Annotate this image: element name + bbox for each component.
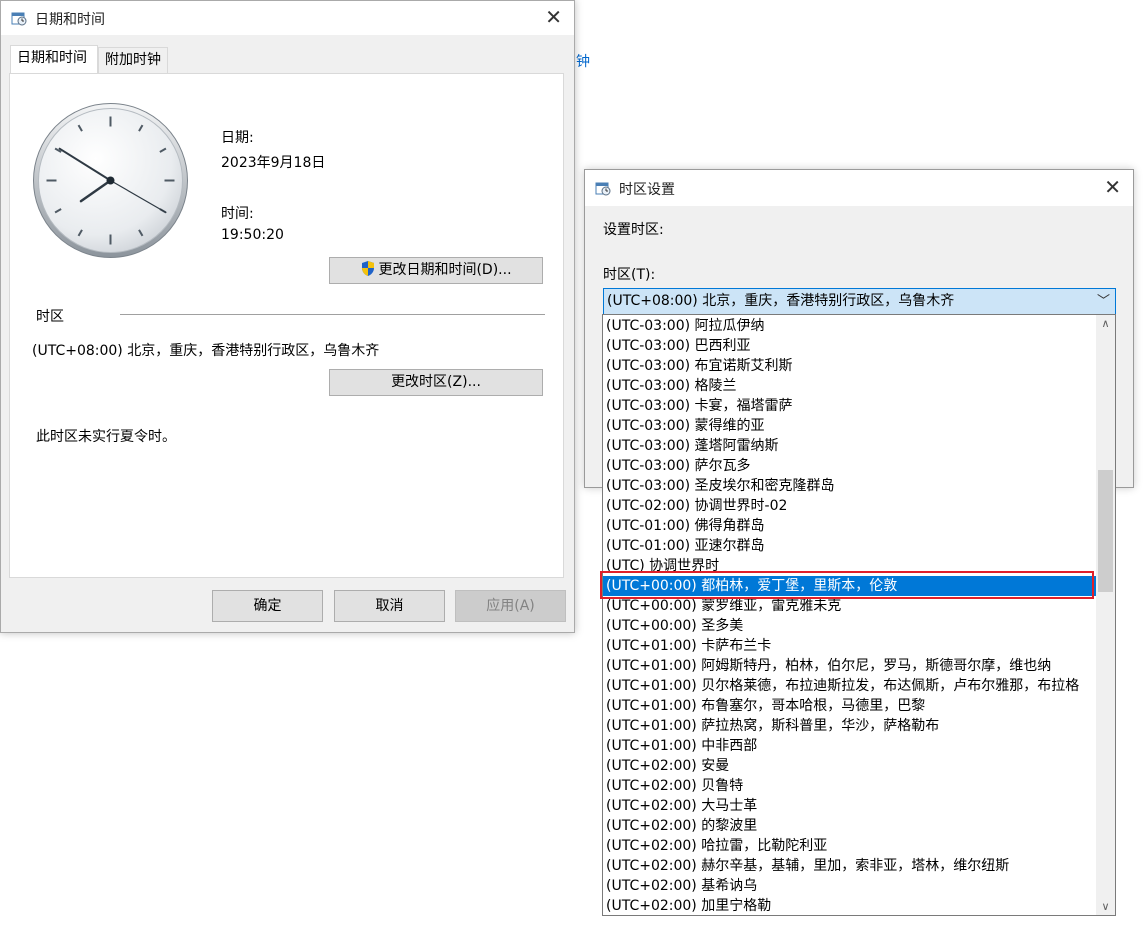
dropdown-scrollbar[interactable]: ∧ ∨ [1096,315,1115,915]
timezone-option[interactable]: (UTC+01:00) 布鲁塞尔，哥本哈根，马德里，巴黎 [603,696,1096,716]
chevron-down-icon[interactable]: ﹀ [1097,289,1110,314]
timezone-option[interactable]: (UTC-01:00) 佛得角群岛 [603,516,1096,536]
timezone-option[interactable]: (UTC+01:00) 阿姆斯特丹，柏林，伯尔尼，罗马，斯德哥尔摩，维也纳 [603,656,1096,676]
change-datetime-button[interactable]: 更改日期和时间(D)... [329,257,543,284]
timezone-option[interactable]: (UTC-03:00) 布宜诺斯艾利斯 [603,356,1096,376]
timezone-dropdown-list[interactable]: (UTC-03:00) 阿拉瓜伊纳 (UTC-03:00) 巴西利亚 (UTC-03… [602,314,1116,916]
timezone-option[interactable]: (UTC-02:00) 协调世界时-02 [603,496,1096,516]
timezone-option[interactable]: (UTC+02:00) 的黎波里 [603,816,1096,836]
timezone-option[interactable]: (UTC+00:00) 蒙罗维亚，雷克雅未克 [603,596,1096,616]
set-timezone-label: 设置时区: [603,222,664,238]
tab-date-time[interactable]: 日期和时间 [10,45,98,73]
change-datetime-label: 更改日期和时间(D)... [378,262,512,278]
timezone-option[interactable]: (UTC-03:00) 蓬塔阿雷纳斯 [603,436,1096,456]
calendar-clock-icon [595,182,611,196]
timezone-combo-value: (UTC+08:00) 北京，重庆，香港特别行政区，乌鲁木齐 [607,293,955,309]
date-time-dialog: 日期和时间 ✕ 日期和时间 附加时钟 日期: 2023年9月18日 时间: 19… [0,0,575,633]
apply-button[interactable]: 应用(A) [455,590,566,622]
calendar-clock-icon [11,12,27,26]
time-label: 时间: [221,206,254,222]
timezone-option[interactable]: (UTC+02:00) 安曼 [603,756,1096,776]
main-close-button[interactable]: ✕ [545,5,562,29]
date-value: 2023年9月18日 [221,155,326,171]
main-dialog-title: 日期和时间 [35,12,105,28]
timezone-option[interactable]: (UTC+02:00) 基希讷乌 [603,876,1096,896]
scroll-thumb[interactable] [1098,470,1113,592]
timezone-combo-label: 时区(T): [603,267,656,283]
timezone-option[interactable]: (UTC+01:00) 卡萨布兰卡 [603,636,1096,656]
timezone-option-selected[interactable]: (UTC+00:00) 都柏林，爱丁堡，里斯本，伦敦 [603,576,1096,596]
cancel-button[interactable]: 取消 [334,590,445,622]
main-titlebar: 日期和时间 ✕ [1,1,574,35]
timezone-option[interactable]: (UTC-03:00) 巴西利亚 [603,336,1096,356]
timezone-option[interactable]: (UTC-03:00) 卡宴，福塔雷萨 [603,396,1096,416]
timezone-option[interactable]: (UTC+01:00) 贝尔格莱德，布拉迪斯拉发，布达佩斯，卢布尔雅那，布拉格 [603,676,1096,696]
timezone-option[interactable]: (UTC+01:00) 萨拉热窝，斯科普里，华沙，萨格勒布 [603,716,1096,736]
timezone-option[interactable]: (UTC) 协调世界时 [603,556,1096,576]
timezone-section-label: 时区 [36,309,64,325]
timezone-option[interactable]: (UTC-01:00) 亚速尔群岛 [603,536,1096,556]
timezone-value: (UTC+08:00) 北京，重庆，香港特别行政区，乌鲁木齐 [32,343,380,359]
date-label: 日期: [221,130,254,146]
tab-additional-clocks[interactable]: 附加时钟 [98,47,168,73]
timezone-option[interactable]: (UTC-03:00) 圣皮埃尔和密克隆群岛 [603,476,1096,496]
timezone-divider [120,314,545,315]
timezone-combobox[interactable]: (UTC+08:00) 北京，重庆，香港特别行政区，乌鲁木齐 ﹀ [603,288,1116,315]
background-link-fragment[interactable]: 钟 [576,51,590,71]
timezone-option[interactable]: (UTC+02:00) 哈拉雷，比勒陀利亚 [603,836,1096,856]
timezone-option[interactable]: (UTC-03:00) 萨尔瓦多 [603,456,1096,476]
uac-shield-icon [362,261,375,276]
change-timezone-button[interactable]: 更改时区(Z)... [329,369,543,396]
scroll-down-arrow-icon[interactable]: ∨ [1096,898,1115,915]
timezone-option[interactable]: (UTC+02:00) 贝鲁特 [603,776,1096,796]
tab-panel: 日期: 2023年9月18日 时间: 19:50:20 更改日期和时间(D)..… [9,73,564,578]
timezone-option[interactable]: (UTC+01:00) 中非西部 [603,736,1096,756]
timezone-option[interactable]: (UTC-03:00) 阿拉瓜伊纳 [603,316,1096,336]
tz-dialog-title: 时区设置 [619,182,675,198]
tz-close-button[interactable]: ✕ [1104,175,1121,199]
analog-clock [33,103,188,258]
ok-button[interactable]: 确定 [212,590,323,622]
time-value: 19:50:20 [221,227,284,243]
timezone-options: (UTC-03:00) 阿拉瓜伊纳 (UTC-03:00) 巴西利亚 (UTC-03… [603,316,1096,915]
scroll-up-arrow-icon[interactable]: ∧ [1096,315,1115,332]
dst-note: 此时区未实行夏令时。 [36,429,176,445]
timezone-option[interactable]: (UTC+00:00) 圣多美 [603,616,1096,636]
timezone-option[interactable]: (UTC+02:00) 加里宁格勒 [603,896,1096,915]
tz-titlebar: 时区设置 ✕ [585,170,1133,206]
timezone-option[interactable]: (UTC+02:00) 赫尔辛基，基辅，里加，索非亚，塔林，维尔纽斯 [603,856,1096,876]
timezone-option[interactable]: (UTC-03:00) 格陵兰 [603,376,1096,396]
timezone-option[interactable]: (UTC-03:00) 蒙得维的亚 [603,416,1096,436]
timezone-option[interactable]: (UTC+02:00) 大马士革 [603,796,1096,816]
